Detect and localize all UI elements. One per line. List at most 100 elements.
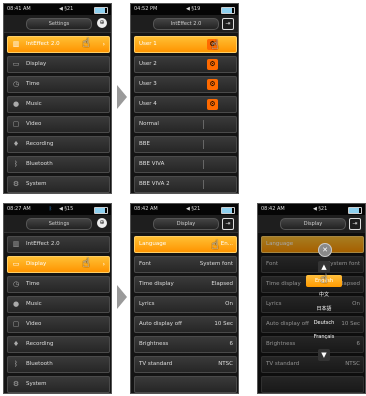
menu-icon[interactable]: ⊕ xyxy=(97,218,107,228)
list-item[interactable]: User 4 ⚙ xyxy=(134,96,237,113)
settings-list: ▥ IntEffect 2.0 ▭ Display › ◷ Time ● Music ▢ V… xyxy=(7,236,110,393)
list-item[interactable]: Time display Elapsed xyxy=(134,276,237,293)
back-icon[interactable]: ⇥ xyxy=(222,218,234,230)
hand-cursor-icon: ☝ xyxy=(320,272,328,287)
close-icon[interactable]: ✕ xyxy=(318,243,332,257)
list-item[interactable]: TV standard NTSC xyxy=(134,356,237,373)
list-item[interactable]: ● Music xyxy=(7,96,110,113)
clock-text: 08:27 AM xyxy=(7,206,31,212)
list-item[interactable]: Lyrics On xyxy=(134,296,237,313)
music-disc-icon: ● xyxy=(12,300,20,308)
header: Settings ⊕ xyxy=(4,15,111,33)
list-item[interactable]: Language En... xyxy=(134,236,237,253)
list-item[interactable]: Normal xyxy=(134,116,237,133)
bluetooth-icon: ᛒ xyxy=(13,160,19,168)
header: Display ⇥ xyxy=(258,215,365,233)
gear-icon: ⚙ xyxy=(12,180,20,188)
battery-icon xyxy=(221,207,235,214)
list-item[interactable]: BBE VIVA xyxy=(134,156,237,173)
display-settings-list: Language En... Font System font Time displ… xyxy=(134,236,237,393)
status-bar: 08:42 AM ◀ §21 xyxy=(258,204,365,215)
volume-text: ◀ §21 xyxy=(313,206,328,212)
list-item[interactable]: BBE VIVA 2 xyxy=(134,176,237,193)
list-item[interactable]: ◷ Time xyxy=(7,76,110,93)
list-item[interactable]: ▥ IntEffect 2.0 › xyxy=(7,36,110,53)
gear-icon: ⚙ xyxy=(12,380,20,388)
list-item[interactable]: ▢ Video xyxy=(7,316,110,333)
list-item[interactable]: ♦ Recording xyxy=(7,136,110,153)
bluetooth-status-icon: ᛒ xyxy=(49,206,53,212)
language-option[interactable]: 中文 xyxy=(306,289,342,301)
status-bar: 04:52 PM ◀ §19 xyxy=(131,4,238,15)
volume-text: ◀ §15 xyxy=(59,206,74,212)
page-title: Display xyxy=(280,218,346,230)
language-option[interactable]: Français xyxy=(306,331,342,343)
gear-icon[interactable]: ⚙ xyxy=(207,79,218,90)
list-item[interactable]: ▢ Video xyxy=(7,116,110,133)
arrow-right-icon xyxy=(117,85,127,109)
equalizer-icon: ▥ xyxy=(12,240,20,248)
battery-icon xyxy=(94,207,108,214)
language-option[interactable]: 日本語 xyxy=(306,303,342,315)
battery-icon xyxy=(221,7,235,14)
hand-cursor-icon: ☝ xyxy=(82,256,90,271)
header: Settings ⊕ xyxy=(4,215,111,233)
list-item[interactable]: ▭ Display › xyxy=(7,256,110,273)
chevron-down-icon[interactable]: ▼ xyxy=(318,349,330,361)
list-item[interactable]: Brightness 6 xyxy=(134,336,237,353)
page-title: Display xyxy=(153,218,219,230)
page-title: Settings xyxy=(26,18,92,30)
clock-text: 08:41 AM xyxy=(7,6,31,12)
screen-settings-2: 08:27 AM ᛒ ◀ §15 Settings ⊕ ▥ IntEffect 2… xyxy=(3,203,112,394)
microphone-icon: ♦ xyxy=(12,340,20,348)
music-disc-icon: ● xyxy=(12,100,20,108)
list-item[interactable]: ᛒ Bluetooth xyxy=(7,356,110,373)
tv-icon: ▢ xyxy=(12,320,20,328)
menu-icon[interactable]: ⊕ xyxy=(97,18,107,28)
list-item[interactable]: ᛒ Bluetooth xyxy=(7,156,110,173)
hand-cursor-icon: ☝ xyxy=(82,36,90,51)
monitor-icon: ▭ xyxy=(12,60,20,68)
page-title: IntEffect 2.0 xyxy=(153,18,219,30)
language-option[interactable]: Deutsch xyxy=(306,317,342,329)
list-item[interactable]: ◷ Time xyxy=(7,276,110,293)
status-bar: 08:41 AM ◀ §21 xyxy=(4,4,111,15)
microphone-icon: ♦ xyxy=(12,140,20,148)
list-item[interactable]: ▭ Display xyxy=(7,56,110,73)
header: Display ⇥ xyxy=(131,215,238,233)
battery-icon xyxy=(94,7,108,14)
list-item[interactable]: Auto display off 10 Sec xyxy=(134,316,237,333)
volume-text: ◀ §21 xyxy=(186,206,201,212)
arrow-right-icon xyxy=(117,285,127,309)
list-item[interactable]: User 2 ⚙ xyxy=(134,56,237,73)
chevron-right-icon: › xyxy=(102,261,105,268)
list-item[interactable]: BBE xyxy=(134,136,237,153)
settings-list: ▥ IntEffect 2.0 › ▭ Display ◷ Time ● Music ▢ V… xyxy=(7,36,110,193)
list-item[interactable]: ▥ IntEffect 2.0 xyxy=(7,236,110,253)
screen-inteffect: 04:52 PM ◀ §19 IntEffect 2.0 ⇥ User 1 ⚙ U… xyxy=(130,3,239,194)
hand-cursor-icon: ☝ xyxy=(211,38,219,53)
tv-icon: ▢ xyxy=(12,120,20,128)
clock-icon: ◷ xyxy=(12,80,20,88)
clock-text: 08:42 AM xyxy=(134,206,158,212)
chevron-right-icon: › xyxy=(102,41,105,48)
back-icon[interactable]: ⇥ xyxy=(349,218,361,230)
list-item[interactable]: User 1 ⚙ xyxy=(134,36,237,53)
list-item[interactable]: ⚙ System xyxy=(7,376,110,393)
gear-icon[interactable]: ⚙ xyxy=(207,59,218,70)
clock-text: 08:42 AM xyxy=(261,206,285,212)
status-bar: 08:42 AM ◀ §21 xyxy=(131,204,238,215)
volume-text: ◀ §19 xyxy=(186,6,201,12)
list-item[interactable]: ⚙ System xyxy=(7,176,110,193)
battery-icon xyxy=(348,207,362,214)
list-item[interactable]: ♦ Recording xyxy=(7,336,110,353)
list-item[interactable]: User 3 ⚙ xyxy=(134,76,237,93)
back-icon[interactable]: ⇥ xyxy=(222,18,234,30)
gear-icon[interactable]: ⚙ xyxy=(207,99,218,110)
header: IntEffect 2.0 ⇥ xyxy=(131,15,238,33)
list-item[interactable]: Font System font xyxy=(134,256,237,273)
volume-text: ◀ §21 xyxy=(59,6,74,12)
equalizer-icon: ▥ xyxy=(12,40,20,48)
list-item[interactable] xyxy=(134,376,237,393)
list-item[interactable]: ● Music xyxy=(7,296,110,313)
